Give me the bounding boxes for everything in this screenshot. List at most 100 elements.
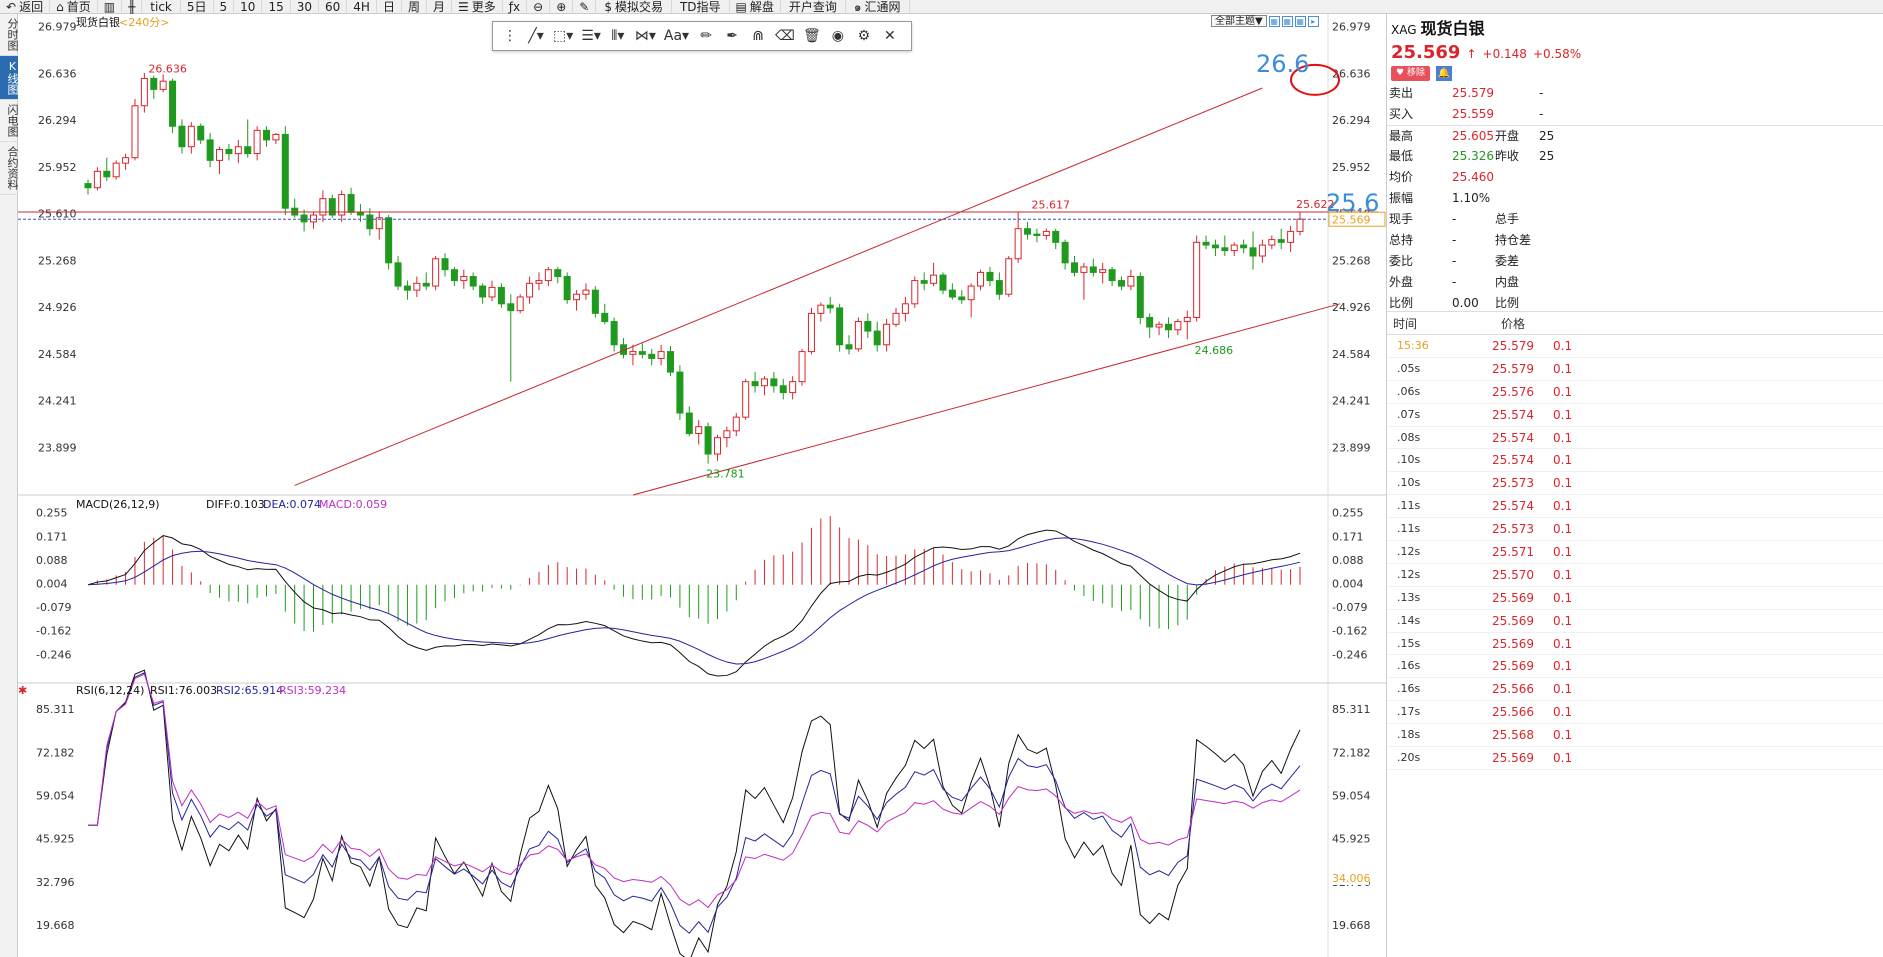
toolbar-account-button[interactable]: 开户查询 xyxy=(781,0,846,14)
toolbar-huitong-button[interactable]: ๑汇通网 xyxy=(846,0,910,14)
candle-body xyxy=(873,330,881,346)
quote-value-2: - xyxy=(1539,86,1544,100)
macd-y-tick-left: 0.171 xyxy=(36,530,68,543)
quote-row: 委比 - 委差 xyxy=(1387,251,1883,272)
candle-body xyxy=(112,162,120,178)
toolbar-zoom-in-button[interactable]: ⊕ xyxy=(550,0,574,14)
quote-key: 现手 xyxy=(1389,212,1414,226)
shape-tool-icon[interactable]: ⬚▾ xyxy=(551,25,575,47)
rsi-y-tick-right: 85.311 xyxy=(1332,703,1371,716)
bell-icon[interactable]: 🔔 xyxy=(1435,66,1452,81)
toolbar-10m-button[interactable]: 10 xyxy=(234,0,263,14)
tick-qty: 0.1 xyxy=(1553,430,1573,445)
text-tool-button[interactable]: Aa▾ xyxy=(662,25,691,47)
toolbar-5m-button[interactable]: 5 xyxy=(214,0,235,14)
toolbar-chart-type-button[interactable]: ▥ xyxy=(98,0,123,14)
quote-value: 25.460 xyxy=(1452,170,1494,184)
candle-body xyxy=(206,139,214,161)
left-tab-2[interactable]: 闪电图 xyxy=(0,100,19,142)
close-icon[interactable]: ✕ xyxy=(879,25,901,47)
quote-key: 委比 xyxy=(1389,254,1414,268)
toolbar-5d-label: 5日 xyxy=(186,0,207,14)
candle-body xyxy=(1174,321,1182,331)
toolbar-month-button[interactable]: 月 xyxy=(427,0,453,14)
toolbar-15m-label: 15 xyxy=(268,0,284,14)
y-tick-label-left: 26.636 xyxy=(38,68,77,81)
upper-trend-line xyxy=(294,87,1263,486)
toolbar-60m-button[interactable]: 60 xyxy=(319,0,348,14)
theme-selector[interactable]: 全部主题▼ ▦ ▦ ▦ ▸ xyxy=(1211,15,1319,27)
lower-trend-line xyxy=(632,303,1341,496)
candle-body xyxy=(356,211,364,216)
y-tick-label-right: 24.241 xyxy=(1332,395,1371,408)
tick-time: .17s xyxy=(1397,705,1421,719)
kline-chart[interactable]: 26.979 26.979 26.636 26.636 26.294 26.294 25.9… xyxy=(18,14,1386,957)
tick-row: .12s 25.571 0.1 xyxy=(1387,541,1883,564)
pattern-tool-icon[interactable]: ⋈▾ xyxy=(633,25,658,47)
candle-body xyxy=(939,274,947,291)
toolbar-td-button[interactable]: TD指导 xyxy=(672,0,730,14)
toolbar-5d-button[interactable]: 5日 xyxy=(181,0,214,14)
candle-body xyxy=(883,323,891,346)
theme-dropdown[interactable]: 全部主题▼ xyxy=(1211,15,1267,27)
toolbar-sim-button[interactable]: $ 模拟交易 xyxy=(596,0,672,14)
bar-chart-icon: ▥ xyxy=(103,0,116,14)
toolbar-fx-button[interactable]: ƒx xyxy=(503,0,528,14)
toolbar-home-button[interactable]: ⌂ 首页 xyxy=(50,0,98,14)
quote-row: 卖出 25.579 - xyxy=(1387,83,1883,104)
toolbar-30m-button[interactable]: 30 xyxy=(291,0,320,14)
settings-icon[interactable]: ⚙ xyxy=(853,25,875,47)
left-tab-0[interactable]: 分时图 xyxy=(0,14,19,56)
candle-body xyxy=(610,321,618,346)
candle-body xyxy=(1287,230,1295,243)
ruler-icon[interactable]: ✏ xyxy=(695,25,717,47)
fib-tool-icon[interactable]: ☰▾ xyxy=(579,25,603,47)
layout-1-icon[interactable]: ▦ xyxy=(1268,15,1280,27)
layout-3-icon[interactable]: ▦ xyxy=(1294,15,1306,27)
tick-price: 25.571 xyxy=(1492,545,1534,560)
list-icon: ☰ xyxy=(458,0,469,14)
candle-body xyxy=(197,125,205,141)
candle-body xyxy=(591,289,599,314)
toolbar-back-label: 返回 xyxy=(19,0,44,14)
layout-2-icon[interactable]: ▦ xyxy=(1281,15,1293,27)
toolbar-candle-type-button[interactable]: ╫ xyxy=(122,0,143,14)
layout-4-icon[interactable]: ▸ xyxy=(1307,15,1319,27)
candle-body xyxy=(770,378,778,387)
zoom-out-icon: ⊖ xyxy=(533,0,544,14)
toolbar-more-button[interactable]: ☰ 更多 xyxy=(452,0,503,14)
toolbar-jiepan-button[interactable]: ▤ 解盘 xyxy=(730,0,781,14)
toolbar-week-button[interactable]: 周 xyxy=(402,0,427,14)
rsi-legend-label: RSI(6,12,24) xyxy=(76,684,144,697)
magnet-icon[interactable]: ⋒ xyxy=(747,25,769,47)
toolbar-back-button[interactable]: ↶ 返回 xyxy=(0,0,51,14)
remove-watch-button[interactable]: ♥ 移除 xyxy=(1391,66,1430,81)
toolbar-zoom-out-button[interactable]: ⊖ xyxy=(527,0,551,14)
y-tick-label-right: 26.979 xyxy=(1332,21,1371,34)
brush-icon[interactable]: ✒ xyxy=(721,25,743,47)
candle-body xyxy=(826,304,834,309)
tick-price: 25.573 xyxy=(1492,476,1534,491)
left-tab-1[interactable]: K线图 xyxy=(0,56,19,100)
trash-icon[interactable]: 🗑 xyxy=(801,25,823,47)
quote-key: 买入 xyxy=(1389,107,1414,121)
toolbar-tick-button[interactable]: tick xyxy=(142,0,181,14)
tick-qty: 0.1 xyxy=(1553,453,1573,468)
toolbar-4h-button[interactable]: 4H xyxy=(347,0,377,14)
toolbar-day-button[interactable]: 日 xyxy=(377,0,402,14)
eraser-icon[interactable]: ⌫ xyxy=(773,25,797,47)
toolbar-draw-button[interactable]: ✎ xyxy=(573,0,597,14)
left-tab-3[interactable]: 合约资料 xyxy=(0,142,19,195)
line-tool-icon[interactable]: ╱▾ xyxy=(525,25,547,47)
eye-icon[interactable]: ◉ xyxy=(827,25,849,47)
drawing-toolbar: ⋮ ╱▾ ⬚▾ ☰▾ ⦀▾ ⋈▾ Aa▾ ✏ ✒ ⋒ ⌫ 🗑 ◉ ⚙ ✕ xyxy=(492,21,912,51)
candle-body xyxy=(1202,241,1210,246)
y-tick-label-left: 23.899 xyxy=(38,441,77,454)
quote-key-2 xyxy=(1495,104,1539,125)
candle-body xyxy=(1005,258,1013,295)
toolbar-15m-button[interactable]: 15 xyxy=(262,0,291,14)
candle-body xyxy=(535,280,543,284)
channel-tool-icon[interactable]: ⦀▾ xyxy=(607,25,629,47)
tick-time: .06s xyxy=(1397,384,1421,398)
drag-handle-icon[interactable]: ⋮ xyxy=(499,25,521,47)
